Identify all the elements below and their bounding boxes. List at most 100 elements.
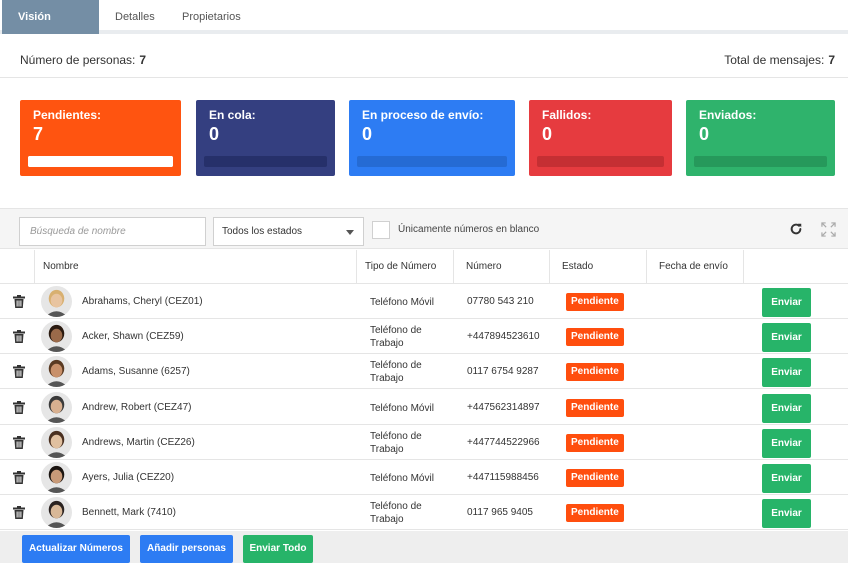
card-progress-bar — [694, 156, 827, 167]
tab-bar: Visión General Detalles Propietarios — [0, 0, 848, 57]
phone-number: +447115988456 — [467, 472, 539, 483]
avatar — [41, 356, 72, 388]
blank-numbers-label: Únicamente números en blanco — [398, 224, 540, 235]
people-count-label: Número de personas: — [20, 53, 136, 67]
card-enviados: Enviados: 0 — [686, 100, 835, 176]
header-actions — [743, 250, 848, 284]
update-numbers-button[interactable]: Actualizar Números — [22, 535, 130, 563]
tab-vision-general[interactable]: Visión General — [2, 0, 99, 57]
status-select[interactable]: Todos los estados — [213, 217, 364, 246]
number-type: Teléfono Móvil — [370, 473, 434, 484]
status-badge: Pendiente — [566, 293, 624, 311]
trash-icon[interactable] — [13, 365, 25, 379]
people-count: Número de personas: 7 — [20, 53, 146, 67]
card-label: En proceso de envío: — [362, 108, 484, 122]
card-progress-bar — [204, 156, 327, 167]
messages-count-value: 7 — [828, 53, 835, 67]
search-input[interactable] — [19, 217, 206, 246]
table-row: Acker, Shawn (CEZ59) Teléfono de Trabajo… — [0, 319, 848, 355]
table-row: Adams, Susanne (6257) Teléfono de Trabaj… — [0, 354, 848, 390]
card-en-cola: En cola: 0 — [196, 100, 335, 176]
trash-icon[interactable] — [13, 471, 25, 484]
card-en-proceso: En proceso de envío: 0 — [349, 100, 515, 176]
send-button[interactable]: Enviar — [762, 428, 811, 458]
expand-icon[interactable] — [821, 222, 836, 237]
send-button[interactable]: Enviar — [762, 323, 811, 353]
trash-icon[interactable] — [13, 295, 25, 308]
phone-number: 07780 543 210 — [467, 296, 534, 307]
avatar — [41, 286, 72, 317]
trash-icon[interactable] — [13, 330, 25, 344]
card-progress-fill — [28, 156, 173, 167]
phone-number: 0117 6754 9287 — [467, 366, 539, 378]
send-button[interactable]: Enviar — [762, 464, 811, 493]
table-row: Bennett, Mark (7410) Teléfono de Trabajo… — [0, 495, 848, 531]
status-badge: Pendiente — [566, 504, 624, 523]
refresh-icon[interactable] — [789, 222, 803, 236]
chevron-down-icon — [346, 230, 354, 235]
phone-number: 0117 965 9405 — [467, 507, 533, 519]
footer-bar: Actualizar Números Añadir personas Envia… — [0, 531, 848, 563]
card-label: Enviados: — [699, 108, 757, 122]
send-button[interactable]: Enviar — [762, 393, 811, 423]
header-tipo[interactable]: Tipo de Número — [356, 250, 453, 284]
messages-count-label: Total de mensajes: — [724, 53, 825, 67]
number-type: Teléfono de Trabajo — [370, 360, 422, 385]
card-label: Pendientes: — [33, 108, 102, 122]
avatar — [41, 462, 72, 493]
avatar — [41, 321, 72, 353]
blank-numbers-checkbox[interactable] — [372, 221, 390, 239]
header-fecha[interactable]: Fecha de envío — [646, 250, 743, 284]
trash-icon[interactable] — [13, 435, 25, 449]
phone-number: +447744522966 — [467, 436, 540, 448]
summary-bar: Número de personas: 7 Total de mensajes: 7 — [0, 42, 848, 78]
card-fallidos: Fallidos: 0 — [529, 100, 672, 176]
tab-propietarios[interactable]: Propietarios — [166, 0, 257, 34]
person-name: Andrews, Martin (CEZ26) — [82, 436, 195, 448]
header-numero[interactable]: Número — [453, 250, 549, 284]
header-estado[interactable]: Estado — [549, 250, 646, 284]
person-name: Acker, Shawn (CEZ59) — [82, 331, 184, 343]
card-progress-bar — [28, 156, 173, 167]
card-value: 0 — [699, 124, 710, 144]
trash-icon[interactable] — [13, 400, 25, 414]
phone-number: +447562314897 — [467, 401, 540, 413]
avatar — [41, 391, 72, 423]
status-badge: Pendiente — [566, 469, 624, 487]
table-row: Andrew, Robert (CEZ47) Teléfono Móvil +4… — [0, 390, 848, 425]
card-value: 0 — [362, 124, 373, 144]
add-people-button[interactable]: Añadir personas — [140, 535, 233, 563]
send-button[interactable]: Enviar — [762, 288, 811, 317]
messages-count: Total de mensajes: 7 — [724, 53, 835, 67]
tab-detalles[interactable]: Detalles — [99, 0, 171, 34]
number-type: Teléfono Móvil — [370, 297, 434, 308]
people-table: Nombre Tipo de Número Número Estado Fech… — [0, 250, 848, 531]
card-label: Fallidos: — [542, 108, 592, 122]
status-badge: Pendiente — [566, 433, 624, 452]
send-button[interactable]: Enviar — [762, 499, 811, 529]
status-cards: Pendientes: 7 En cola: 0 En proceso de e… — [0, 78, 848, 208]
person-name: Bennett, Mark (7410) — [82, 507, 176, 519]
send-button[interactable]: Enviar — [762, 358, 811, 388]
card-label: En cola: — [209, 108, 256, 122]
card-progress-bar — [537, 156, 664, 167]
table-row: Ayers, Julia (CEZ20) Teléfono Móvil +447… — [0, 460, 848, 495]
card-value: 0 — [542, 124, 553, 144]
card-value: 0 — [209, 124, 220, 144]
filter-bar: Todos los estados Únicamente números en … — [0, 208, 848, 249]
card-pendientes: Pendientes: 7 — [20, 100, 181, 176]
people-count-value: 7 — [139, 53, 147, 67]
number-type: Teléfono de Trabajo — [370, 325, 422, 350]
avatar — [41, 426, 72, 458]
send-all-button[interactable]: Enviar Todo — [243, 535, 313, 563]
status-badge: Pendiente — [566, 328, 624, 347]
status-select-value: Todos los estados — [222, 226, 303, 237]
card-value: 7 — [33, 124, 44, 144]
trash-icon[interactable] — [13, 506, 25, 520]
header-nombre[interactable]: Nombre — [34, 250, 356, 284]
phone-number: +447894523610 — [467, 331, 540, 343]
table-header: Nombre Tipo de Número Número Estado Fech… — [0, 250, 848, 284]
person-name: Abrahams, Cheryl (CEZ01) — [82, 296, 203, 307]
person-name: Adams, Susanne (6257) — [82, 366, 190, 378]
number-type: Teléfono de Trabajo — [370, 501, 422, 526]
